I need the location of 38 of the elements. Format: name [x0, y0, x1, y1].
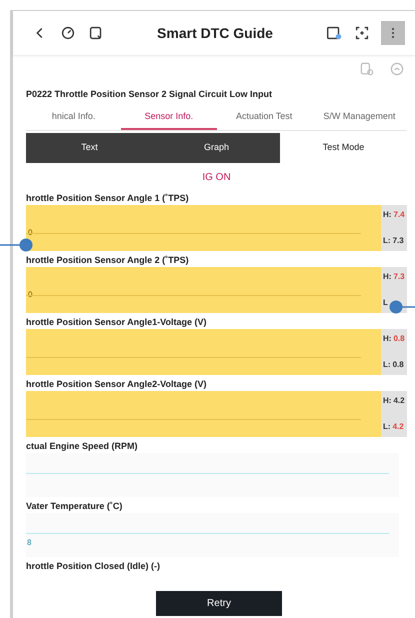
limit-value: 4.2: [393, 395, 405, 407]
tab[interactable]: S/W Management: [312, 105, 407, 130]
limit-label: L:: [383, 235, 391, 247]
tab[interactable]: Sensor Info.: [121, 105, 216, 130]
limit-label: H:: [383, 333, 392, 345]
expand-icon[interactable]: [353, 24, 371, 42]
more-button[interactable]: [381, 21, 405, 45]
limit-label: H:: [383, 209, 392, 221]
limit-label: H:: [383, 395, 392, 407]
limit-value: 7.4: [393, 209, 405, 221]
limit-value: 7.3: [393, 271, 405, 283]
limit-value: 7.3: [392, 235, 404, 247]
graph-title: hrottle Position Sensor Angle1-Voltage (V): [26, 316, 207, 329]
limit-label: H:: [383, 271, 392, 283]
retry-button[interactable]: Retry: [156, 591, 282, 616]
dtc-title: P0222 Throttle Position Sensor 2 Signal Circuit Low Input: [26, 88, 274, 101]
header-title: Smart DTC Guide: [156, 24, 274, 42]
limit-label: L:: [383, 421, 391, 433]
annotation-marker: [389, 300, 415, 314]
limit-value: 4.2: [392, 421, 404, 433]
gauge-icon[interactable]: [59, 24, 77, 42]
tab[interactable]: hnical Info.: [26, 105, 122, 130]
axis-label: 8: [27, 537, 32, 549]
graph-title: hrottle Position Sensor Angle2-Voltage (V): [26, 378, 207, 391]
annotation-marker: [0, 238, 33, 252]
mode-toggle[interactable]: Text: [26, 133, 153, 163]
mode-toggle[interactable]: Graph: [153, 133, 280, 163]
limit-value: 0.8: [392, 359, 404, 371]
limit-label: L:: [383, 359, 391, 371]
status-label: IG ON: [201, 171, 232, 185]
graph-title: ctual Engine Speed (RPM): [26, 440, 138, 453]
graph-title: hrottle Position Sensor Angle 1 (˚TPS): [26, 192, 189, 205]
limit-value: 0.8: [393, 333, 405, 345]
limit-label: L: [383, 297, 388, 309]
graph-title: hrottle Position Sensor Angle 2 (˚TPS): [26, 254, 189, 267]
graph-title: Vater Temperature (˚C): [26, 500, 122, 513]
graph-title: hrottle Position Closed (Idle) (-): [26, 560, 160, 573]
tab[interactable]: Actuation Test: [216, 105, 312, 130]
